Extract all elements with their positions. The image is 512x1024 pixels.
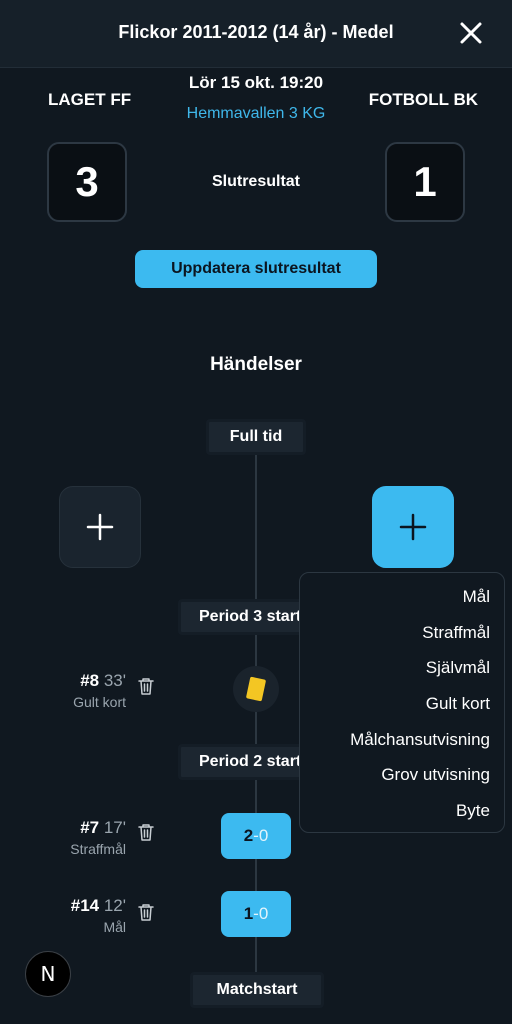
full-time-marker: Full tid bbox=[206, 419, 306, 455]
dropdown-item-dogso-red[interactable]: Målchansutvisning bbox=[300, 728, 504, 764]
event-number-line: #7 17' bbox=[0, 818, 126, 838]
add-away-event-button[interactable] bbox=[372, 486, 454, 568]
away-score: 1 bbox=[385, 142, 465, 222]
close-icon bbox=[460, 22, 482, 44]
plus-icon bbox=[399, 513, 427, 541]
page-title: Flickor 2011-2012 (14 år) - Medel bbox=[118, 22, 394, 42]
events-heading: Händelser bbox=[210, 354, 302, 375]
event-item: #7 17' Straffmål bbox=[0, 818, 126, 857]
add-home-event-button[interactable] bbox=[59, 486, 141, 568]
away-team-name: FOTBOLL BK bbox=[368, 90, 478, 109]
dropdown-item-penalty-goal[interactable]: Straffmål bbox=[300, 621, 504, 657]
dropdown-item-goal[interactable]: Mål bbox=[300, 585, 504, 621]
trash-icon bbox=[138, 824, 154, 841]
update-result-button[interactable]: Uppdatera slutresultat bbox=[135, 250, 377, 288]
dropdown-item-serious-red[interactable]: Grov utvisning bbox=[300, 763, 504, 799]
pill-home-score: 1 bbox=[243, 904, 254, 923]
trash-icon bbox=[138, 678, 154, 695]
event-minute: 12' bbox=[103, 896, 126, 915]
pill-away-score: 0 bbox=[258, 826, 269, 845]
pill-away-score: 0 bbox=[258, 904, 269, 923]
delete-event-button[interactable] bbox=[137, 902, 155, 922]
delete-event-button[interactable] bbox=[137, 822, 155, 842]
yellow-card-marker bbox=[233, 666, 279, 712]
event-minute: 33' bbox=[103, 671, 126, 690]
event-type: Gult kort bbox=[73, 694, 126, 710]
event-item: #14 12' Mål bbox=[0, 896, 126, 935]
event-type: Straffmål bbox=[70, 841, 126, 857]
dropdown-item-yellow-card[interactable]: Gult kort bbox=[300, 692, 504, 728]
delete-event-button[interactable] bbox=[137, 676, 155, 696]
event-minute: 17' bbox=[103, 818, 126, 837]
header-bar: Flickor 2011-2012 (14 år) - Medel bbox=[0, 0, 512, 68]
player-number: #14 bbox=[70, 896, 100, 915]
event-number-line: #8 33' bbox=[0, 671, 126, 691]
event-item: #8 33' Gult kort bbox=[0, 671, 126, 710]
goal-score-pill: 2-0 bbox=[221, 813, 291, 859]
event-type-dropdown: Mål Straffmål Självmål Gult kort Målchan… bbox=[299, 572, 505, 833]
event-number-line: #14 12' bbox=[0, 896, 126, 916]
pill-home-score: 2 bbox=[243, 826, 254, 845]
close-button[interactable] bbox=[458, 20, 484, 46]
dropdown-item-own-goal[interactable]: Självmål bbox=[300, 656, 504, 692]
yellow-card-icon bbox=[245, 676, 267, 702]
goal-score-pill: 1-0 bbox=[221, 891, 291, 937]
match-start-marker: Matchstart bbox=[190, 972, 324, 1008]
event-type: Mål bbox=[103, 919, 126, 935]
player-number: #7 bbox=[80, 818, 100, 837]
trash-icon bbox=[138, 904, 154, 921]
plus-icon bbox=[86, 513, 114, 541]
player-number: #8 bbox=[80, 671, 100, 690]
n-badge-button[interactable]: N bbox=[25, 951, 71, 997]
dropdown-item-substitution[interactable]: Byte bbox=[300, 799, 504, 835]
